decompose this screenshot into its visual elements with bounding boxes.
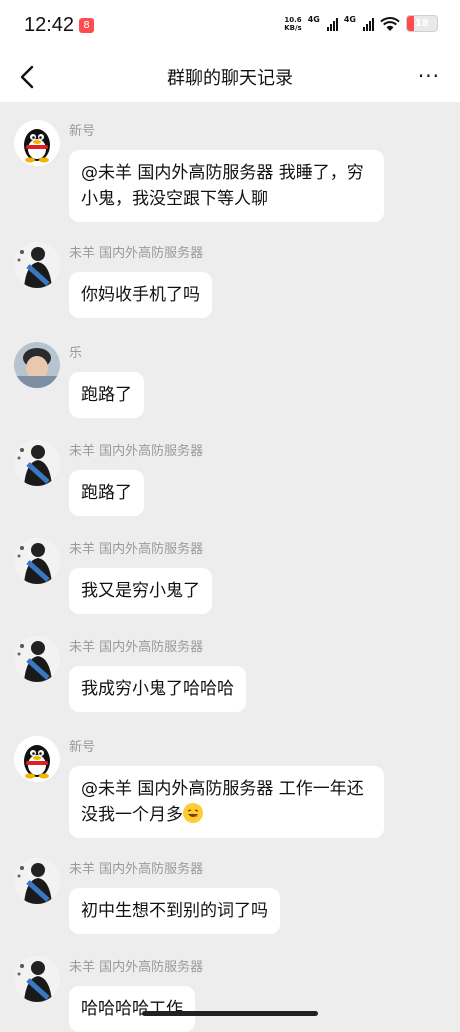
user-photo-icon[interactable] [14,342,60,388]
notification-badge: 8 [79,18,94,33]
signal-tag-2: 4G [343,15,356,24]
sender-name: 未羊 国内外高防服务器 [69,960,204,975]
status-time: 12:42 [24,14,75,36]
message-bubble[interactable]: 我又是穷小鬼了 [69,568,212,614]
status-bar: 12:42 8 10.6 KB/s 4G 4G 18 [0,0,460,52]
home-indicator[interactable] [142,1011,318,1016]
message-bubble[interactable]: 跑路了 [69,372,144,418]
sender-name: 乐 [69,346,83,361]
message-text: @未羊 国内外高防服务器 工作一年还没我一个月多 [81,779,364,825]
user-photo-icon[interactable] [14,636,60,682]
sender-name: 未羊 国内外高防服务器 [69,640,204,655]
user-photo-icon[interactable] [14,538,60,584]
sender-name: 未羊 国内外高防服务器 [69,862,204,877]
battery-icon: 18 [406,15,438,32]
message-bubble[interactable]: 哈哈哈哈工作 [69,986,195,1032]
battery-level: 18 [415,18,429,29]
message-bubble[interactable]: 跑路了 [69,470,144,516]
user-photo-icon[interactable] [14,242,60,288]
message-bubble[interactable]: 你妈收手机了吗 [69,272,212,318]
sender-name: 未羊 国内外高防服务器 [69,246,204,261]
nav-bar: 群聊的聊天记录 ··· [0,52,460,102]
net-speed: 10.6 KB/s [284,16,301,32]
sender-name: 新号 [69,740,96,755]
page-title: 群聊的聊天记录 [167,68,293,89]
message-bubble[interactable]: 初中生想不到别的词了吗 [69,888,280,934]
message-bubble[interactable]: @未羊 国内外高防服务器 我睡了，穷小鬼，我没空跟下等人聊 [69,150,384,222]
net-speed-unit: KB/s [284,23,302,32]
signal-icon [326,17,338,31]
message-bubble[interactable]: @未羊 国内外高防服务器 工作一年还没我一个月多 [69,766,384,838]
laughing-emoji-icon [183,803,203,823]
wifi-icon [380,16,400,31]
sender-name: 新号 [69,124,96,139]
user-photo-icon[interactable] [14,858,60,904]
signal-icon-2 [363,17,374,31]
user-photo-icon[interactable] [14,440,60,486]
qq-penguin-icon[interactable] [14,120,60,166]
signal-tag-1: 4G [307,15,320,24]
user-photo-icon[interactable] [14,956,60,1002]
sender-name: 未羊 国内外高防服务器 [69,542,204,557]
message-bubble[interactable]: 我成穷小鬼了哈哈哈 [69,666,246,712]
qq-penguin-icon[interactable] [14,736,60,782]
net-speed-value: 10.6 [284,15,302,24]
chat-list[interactable]: 新号 @未羊 国内外高防服务器 我睡了，穷小鬼，我没空跟下等人聊 未羊 国内外高… [0,102,460,1032]
more-options-button[interactable]: ··· [418,64,440,88]
sender-name: 未羊 国内外高防服务器 [69,444,204,459]
status-icons: 10.6 KB/s 4G 4G 18 [284,15,438,32]
